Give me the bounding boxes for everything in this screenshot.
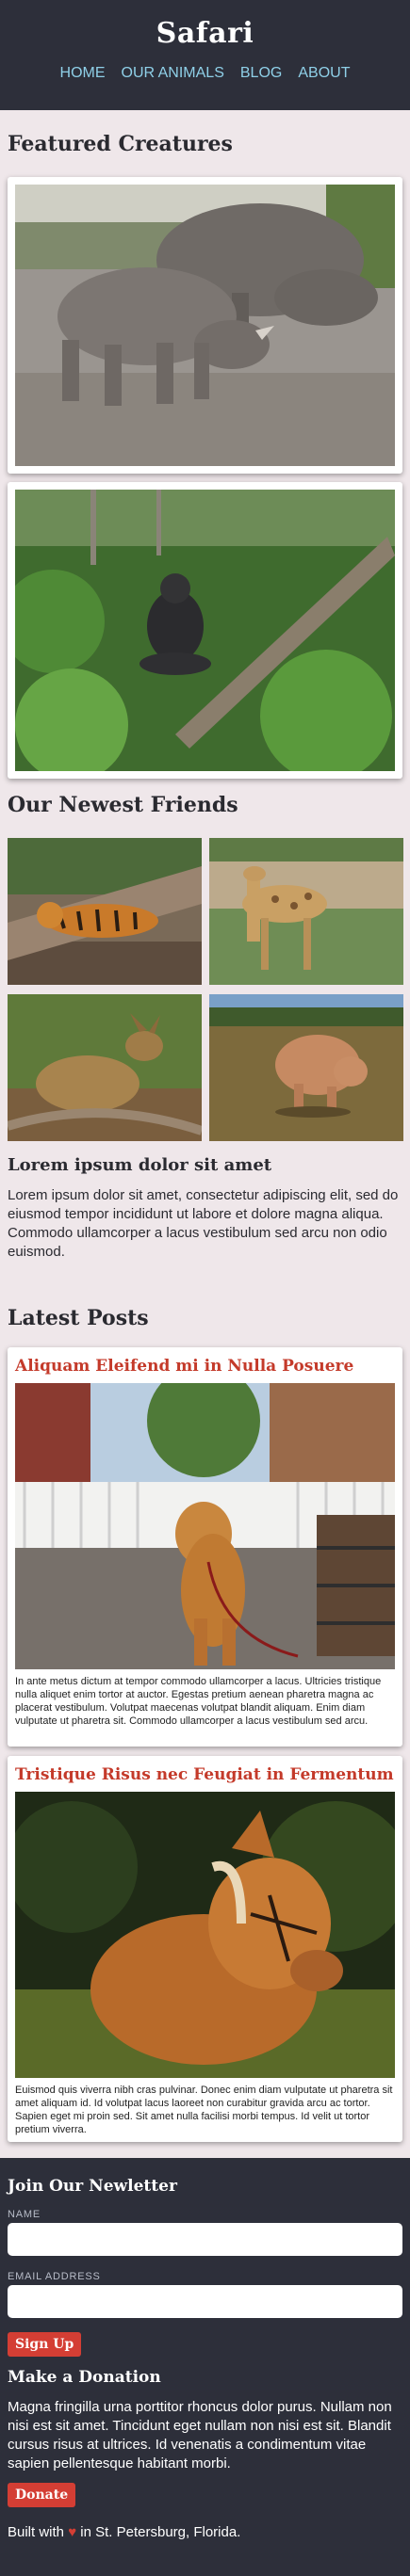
rhino-photo: [15, 185, 395, 466]
donation-text: Magna fringilla urna porttitor rhoncus d…: [8, 2399, 392, 2471]
featured-card-rhinos[interactable]: [8, 177, 402, 474]
site-title[interactable]: Safari: [0, 17, 410, 50]
giraffe-photo: [209, 838, 403, 985]
heart-icon: ♥: [68, 2524, 77, 2540]
friends-title: Our Newest Friends: [8, 793, 238, 817]
donate-button[interactable]: Donate: [8, 2483, 76, 2507]
friend-deer[interactable]: [8, 994, 202, 1141]
site-header: Safari HOME OUR ANIMALS BLOG ABOUT: [0, 0, 410, 110]
friend-pig[interactable]: [209, 994, 403, 1141]
signup-button[interactable]: Sign Up: [8, 2332, 82, 2357]
friend-giraffe[interactable]: [209, 838, 403, 985]
post-card-2[interactable]: Tristique Risus nec Feugiat in Fermentum…: [8, 1756, 402, 2142]
horse-photo: [15, 1792, 395, 2078]
nav-our-animals[interactable]: OUR ANIMALS: [122, 65, 224, 82]
built-with-credit: Built with ♥ in St. Petersburg, Florida.: [8, 2524, 402, 2540]
deer-photo: [8, 994, 202, 1141]
built-prefix: Built with: [8, 2524, 65, 2540]
post-title-2[interactable]: Tristique Risus nec Feugiat in Fermentum: [15, 1763, 395, 1792]
main-nav: HOME OUR ANIMALS BLOG ABOUT: [0, 65, 410, 82]
tiger-photo: [8, 838, 202, 985]
email-input[interactable]: [8, 2285, 402, 2318]
nav-about[interactable]: ABOUT: [298, 65, 350, 82]
gorilla-photo: [15, 490, 395, 771]
friends-subtitle: Lorem ipsum dolor sit amet: [8, 1155, 272, 1175]
friends-grid: [0, 838, 410, 1141]
featured-card-gorilla[interactable]: [8, 482, 402, 779]
dog-photo: [15, 1383, 395, 1669]
posts-title: Latest Posts: [8, 1306, 149, 1330]
post-text-1: In ante metus dictum at tempor commodo u…: [15, 1676, 382, 1727]
email-label: EMAIL ADDRESS: [8, 2271, 101, 2282]
donation-title: Make a Donation: [8, 2368, 161, 2387]
post-card-1[interactable]: Aliquam Eleifend mi in Nulla Posuere In …: [8, 1347, 402, 1747]
pig-photo: [209, 994, 403, 1141]
name-input[interactable]: [8, 2223, 402, 2256]
friend-tiger[interactable]: [8, 838, 202, 985]
newsletter-title: Join Our Newletter: [8, 2177, 177, 2196]
post-title-1[interactable]: Aliquam Eleifend mi in Nulla Posuere: [15, 1355, 395, 1383]
nav-blog[interactable]: BLOG: [240, 65, 282, 82]
post-text-2: Euismod quis viverra nibh cras pulvinar.…: [15, 2085, 393, 2135]
site-footer: Join Our Newletter NAME EMAIL ADDRESS Si…: [0, 2158, 410, 2576]
built-suffix: in St. Petersburg, Florida.: [80, 2524, 241, 2540]
nav-home[interactable]: HOME: [60, 65, 106, 82]
friends-text: Lorem ipsum dolor sit amet, consectetur …: [8, 1187, 399, 1260]
featured-title: Featured Creatures: [8, 132, 233, 156]
name-label: NAME: [8, 2209, 41, 2220]
